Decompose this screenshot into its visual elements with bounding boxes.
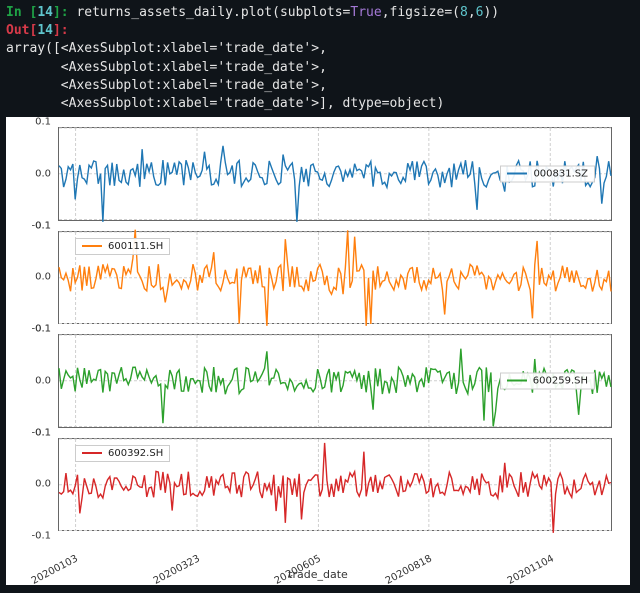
legend: 000831.SZ (500, 165, 595, 182)
legend-swatch (507, 173, 527, 175)
legend-label: 600392.SH (108, 448, 163, 459)
subplot-0: -0.10.00.1000831.SZ (58, 127, 612, 221)
out-prompt-label: Out[ (6, 23, 37, 38)
code-prefix: returns_assets_daily.plot(subplots= (76, 5, 350, 20)
legend-swatch (82, 452, 102, 454)
y-tick-label: 0.1 (35, 220, 51, 231)
legend: 600259.SH (500, 372, 595, 389)
code-num1: 8 (460, 5, 468, 20)
y-tick-label: 0.0 (35, 375, 51, 386)
in-prompt-num: 14 (37, 5, 53, 20)
legend-label: 600259.SH (533, 375, 588, 386)
legend-swatch (82, 245, 102, 247)
y-tick-label: 0.0 (35, 479, 51, 490)
code-mid: ,figsize=( (382, 5, 460, 20)
subplot-3: -0.10.00.1600392.SH (58, 438, 612, 532)
y-tick-label: 0.1 (35, 117, 51, 128)
legend: 600111.SH (75, 238, 170, 255)
subplot-2: -0.10.00.1600259.SH (58, 334, 612, 428)
y-tick-label: 0.1 (35, 324, 51, 335)
y-ticks: -0.10.00.1 (7, 329, 55, 433)
out-prompt-line: Out[14]: (6, 22, 634, 40)
code-suffix: )) (483, 5, 499, 20)
series-line (59, 146, 611, 222)
subplot-1: -0.10.00.1600111.SH (58, 231, 612, 325)
x-tick-row: 2020010320200323202006052020081820201104 (58, 531, 612, 563)
out-prompt-close: ]: (53, 23, 69, 38)
y-ticks: -0.10.00.1 (7, 122, 55, 226)
y-ticks: -0.10.00.1 (7, 226, 55, 330)
legend-label: 600111.SH (108, 241, 163, 252)
out-prompt-num: 14 (37, 23, 53, 38)
x-axis-label: trade_date (6, 568, 630, 581)
matplotlib-figure: -0.10.00.1000831.SZ-0.10.00.1600111.SH-0… (6, 117, 630, 585)
legend-label: 000831.SZ (533, 168, 588, 179)
legend-swatch (507, 380, 527, 382)
y-ticks: -0.10.00.1 (7, 433, 55, 537)
in-prompt-close: ]: (53, 5, 69, 20)
y-tick-label: -0.1 (31, 531, 51, 542)
y-tick-label: 0.0 (35, 168, 51, 179)
plot-area: -0.10.00.1000831.SZ-0.10.00.1600111.SH-0… (58, 127, 612, 531)
in-prompt-line: In [14]: returns_assets_daily.plot(subpl… (6, 4, 634, 22)
y-tick-label: 0.1 (35, 427, 51, 438)
cell-output-text: array([<AxesSubplot:xlabel='trade_date'>… (6, 40, 634, 113)
code-comma: , (468, 5, 476, 20)
code-cell: In [14]: returns_assets_daily.plot(subpl… (0, 0, 640, 115)
y-tick-label: 0.0 (35, 272, 51, 283)
in-prompt-label: In [ (6, 5, 37, 20)
legend: 600392.SH (75, 445, 170, 462)
code-bool: True (350, 5, 381, 20)
